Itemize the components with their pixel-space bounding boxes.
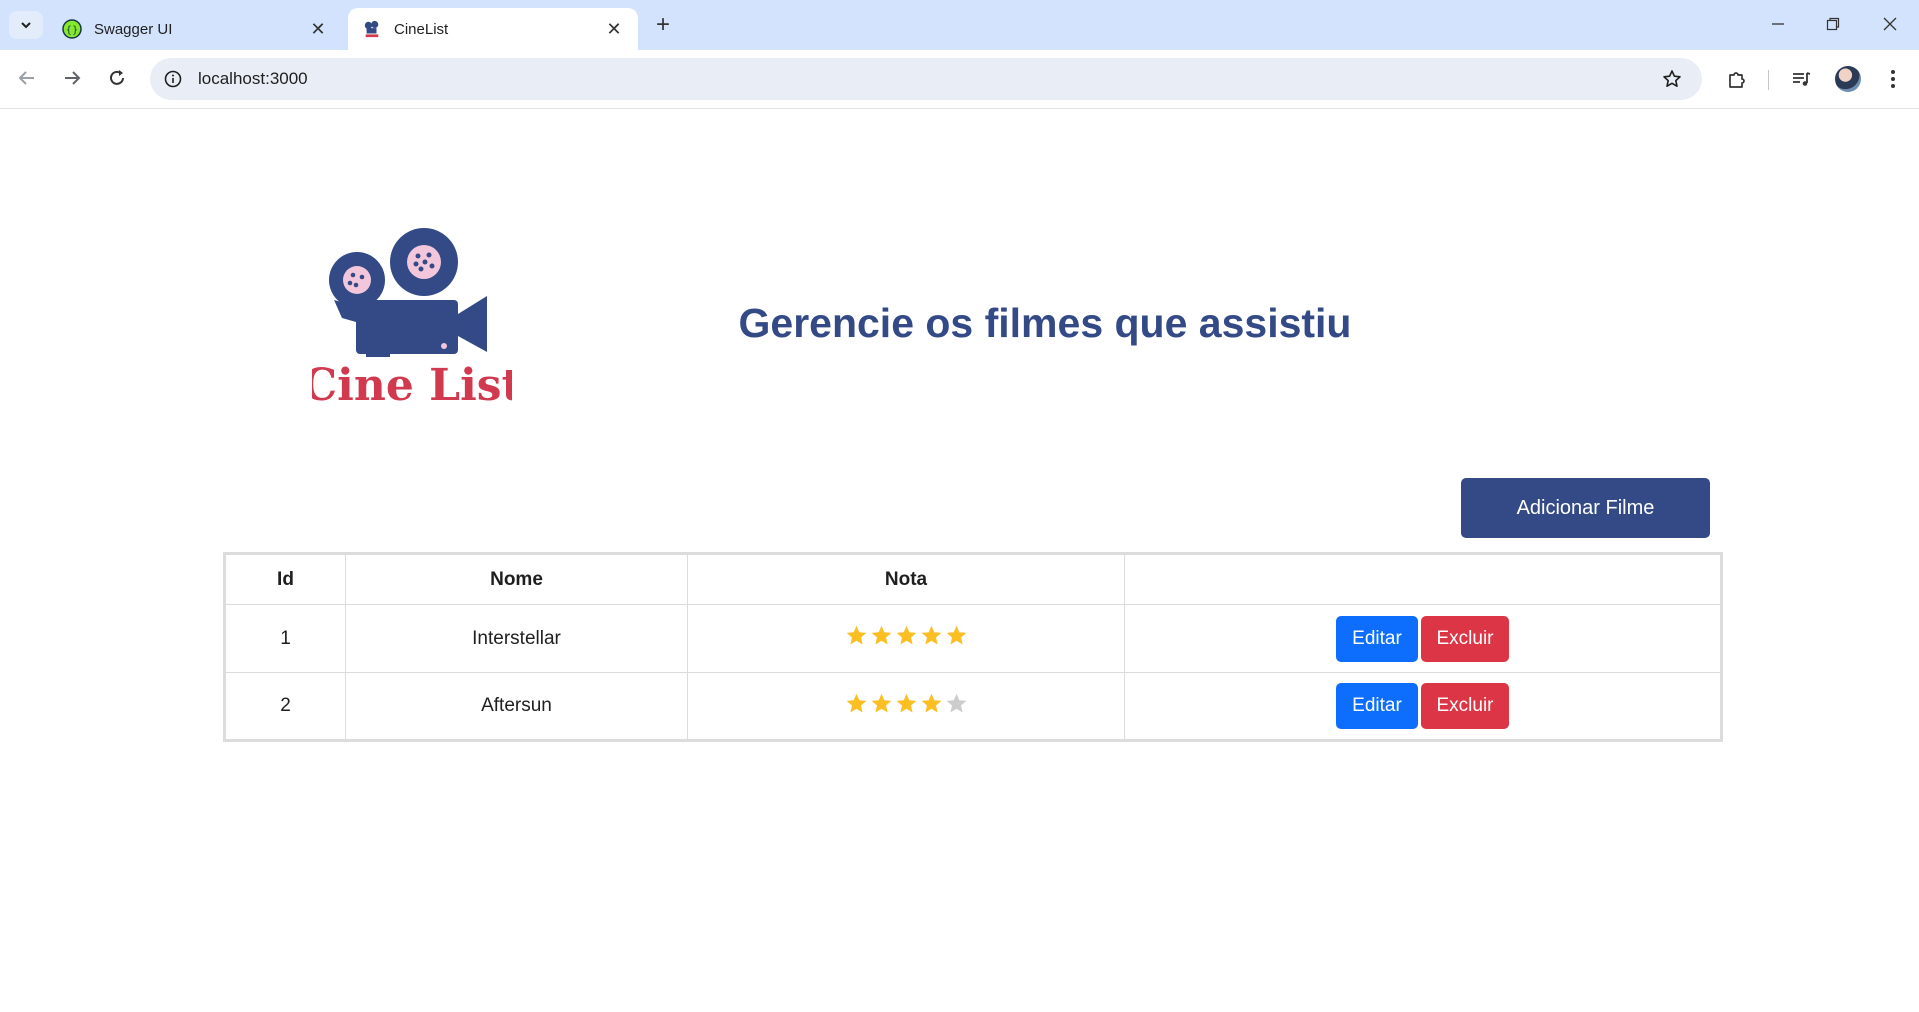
bookmark-star-icon[interactable] xyxy=(1656,63,1688,95)
site-info-icon[interactable] xyxy=(162,68,184,90)
back-arrow-icon[interactable] xyxy=(9,60,45,96)
edit-button[interactable]: Editar xyxy=(1336,683,1418,729)
close-window-icon[interactable] xyxy=(1863,6,1917,42)
star-filled-icon xyxy=(871,693,891,713)
star-filled-icon xyxy=(946,625,966,645)
close-icon[interactable]: ✕ xyxy=(604,19,624,39)
star-filled-icon xyxy=(896,693,916,713)
cell-nome: Interstellar xyxy=(345,604,688,673)
star-filled-icon xyxy=(871,625,891,645)
column-header-nota: Nota xyxy=(687,553,1125,605)
cinelist-logo: Cine List xyxy=(302,222,523,411)
media-controls-icon[interactable] xyxy=(1785,63,1817,95)
delete-button[interactable]: Excluir xyxy=(1421,615,1509,662)
cell-nota xyxy=(687,604,1125,673)
browser-tab-bar: {} Swagger UI ✕ CineList ✕ + xyxy=(0,0,1919,50)
cell-id: 1 xyxy=(224,604,346,673)
table-header-row: Id Nome Nota xyxy=(224,553,1722,605)
column-header-nome: Nome xyxy=(345,553,688,605)
star-filled-icon xyxy=(921,625,941,645)
rating-stars xyxy=(845,624,968,647)
restore-icon[interactable] xyxy=(1806,6,1860,42)
column-header-id: Id xyxy=(224,553,346,605)
logo-text: Cine List xyxy=(312,360,512,407)
add-movie-button[interactable]: Adicionar Filme xyxy=(1461,478,1710,538)
cell-actions: Editar Excluir xyxy=(1124,604,1722,673)
column-header-actions xyxy=(1124,553,1722,605)
table-row: 2 Aftersun Editar Excluir xyxy=(224,672,1722,741)
tab-swagger[interactable]: {} Swagger UI ✕ xyxy=(48,8,342,50)
cell-id: 2 xyxy=(224,672,346,741)
extensions-icon[interactable] xyxy=(1721,63,1753,95)
delete-button[interactable]: Excluir xyxy=(1421,683,1509,729)
chevron-down-icon xyxy=(21,22,31,29)
rating-stars xyxy=(845,692,968,715)
movies-table: Id Nome Nota 1 Interstellar Editar Exclui… xyxy=(223,552,1723,742)
forward-arrow-icon[interactable] xyxy=(54,60,90,96)
tab-search-button[interactable] xyxy=(9,11,43,39)
star-filled-icon xyxy=(896,625,916,645)
url-text[interactable]: localhost:3000 xyxy=(198,69,1656,89)
new-tab-icon[interactable]: + xyxy=(650,11,676,38)
cell-actions: Editar Excluir xyxy=(1124,672,1722,741)
edit-button[interactable]: Editar xyxy=(1336,615,1418,662)
star-filled-icon xyxy=(921,693,941,713)
page-title: Gerencie os filmes que assistiu xyxy=(738,300,1352,346)
minimize-icon[interactable] xyxy=(1751,6,1805,42)
tab-title: Swagger UI xyxy=(94,20,173,38)
tab-cinelist[interactable]: CineList ✕ xyxy=(348,8,638,50)
more-menu-icon[interactable] xyxy=(1877,63,1909,95)
close-icon[interactable]: ✕ xyxy=(308,19,328,39)
cinelist-icon xyxy=(362,19,382,39)
cell-nome: Aftersun xyxy=(345,672,688,741)
star-empty-icon xyxy=(946,693,966,713)
reload-icon[interactable] xyxy=(99,60,135,96)
browser-toolbar: localhost:3000 xyxy=(0,50,1919,109)
table-row: 1 Interstellar Editar Excluir xyxy=(224,604,1722,673)
star-filled-icon xyxy=(846,625,866,645)
address-bar[interactable]: localhost:3000 xyxy=(150,58,1702,100)
page-content: Cine List Gerencie os filmes que assisti… xyxy=(0,110,1919,1012)
toolbar-divider xyxy=(1768,70,1769,90)
profile-avatar[interactable] xyxy=(1835,66,1861,92)
swagger-icon: {} xyxy=(62,19,82,39)
tab-title: CineList xyxy=(394,20,449,38)
cell-nota xyxy=(687,672,1125,741)
star-filled-icon xyxy=(846,693,866,713)
svg-text:{}: {} xyxy=(66,25,79,36)
